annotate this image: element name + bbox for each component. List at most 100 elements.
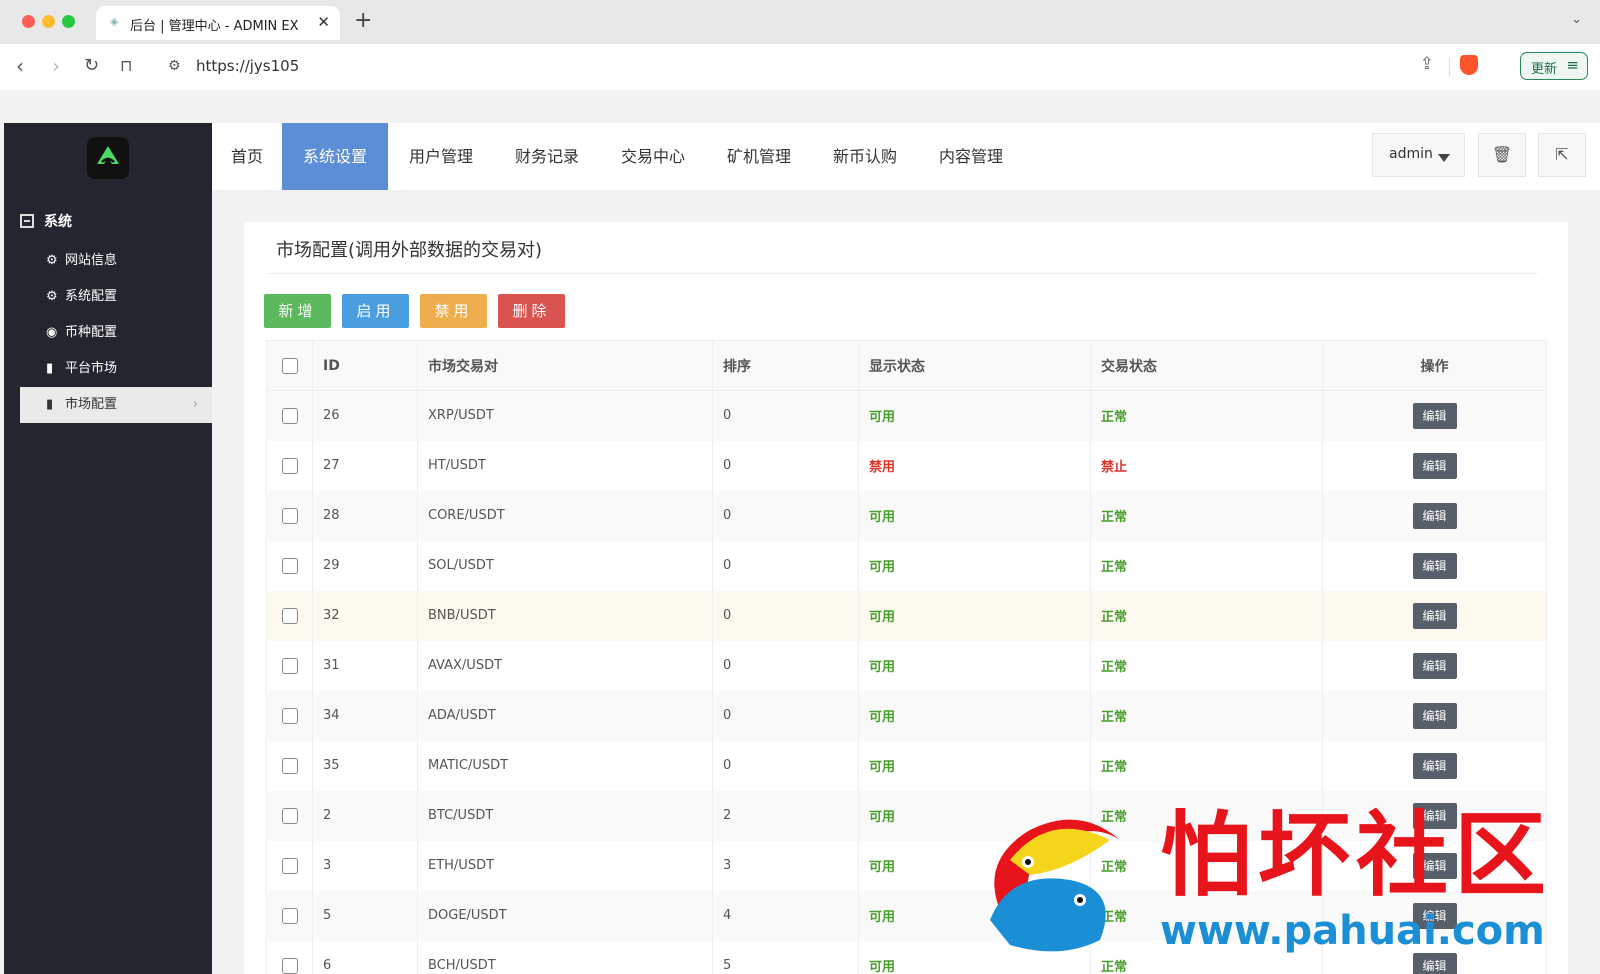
sidebar-item-label: 网站信息 <box>65 253 118 268</box>
cell-display-status: 可用 <box>858 390 1091 441</box>
cell-sort: 0 <box>712 440 859 491</box>
user-menu[interactable]: admin <box>1372 133 1465 177</box>
back-icon[interactable]: ‹ <box>16 54 24 78</box>
maximize-window-button[interactable] <box>62 15 75 28</box>
browser-toolbar: ‹ › ↻ ⊓ ⚙ https://jys105 ⇪ 更新 ≡ <box>0 44 1600 90</box>
row-select-cell <box>266 590 313 641</box>
browser-tab[interactable]: ◈ 后台 | 管理中心 - ADMIN EX ✕ <box>96 6 340 40</box>
disable-button[interactable]: 禁用 <box>420 294 487 328</box>
trade-status-badge: 正常 <box>1101 660 1128 675</box>
row-checkbox[interactable] <box>281 807 298 824</box>
display-status-badge: 可用 <box>869 810 896 825</box>
watermark: 怕坏社区 www.pahuai.com <box>970 800 1600 974</box>
row-checkbox[interactable] <box>281 707 298 724</box>
row-checkbox[interactable] <box>281 457 298 474</box>
top-navigation: 首页 系统设置 用户管理 财务记录 交易中心 矿机管理 新币认购 内容管理 ad… <box>212 123 1600 190</box>
nav-home[interactable]: 首页 <box>212 123 282 190</box>
cell-trade-status: 正常 <box>1090 390 1323 441</box>
row-checkbox[interactable] <box>281 957 298 974</box>
nav-miner-management[interactable]: 矿机管理 <box>706 123 812 190</box>
minimize-window-button[interactable] <box>42 15 55 28</box>
nav-trading-center[interactable]: 交易中心 <box>600 123 706 190</box>
edit-button[interactable]: 编辑 <box>1412 402 1457 429</box>
row-checkbox[interactable] <box>281 407 298 424</box>
nav-finance-records[interactable]: 财务记录 <box>494 123 600 190</box>
edit-button[interactable]: 编辑 <box>1412 752 1457 779</box>
column-header-actions: 操作 <box>1322 340 1547 391</box>
cell-id: 5 <box>312 890 418 941</box>
row-checkbox[interactable] <box>281 607 298 624</box>
app-logo[interactable] <box>87 137 129 179</box>
sidebar-group-system[interactable]: 系统 <box>20 211 72 231</box>
sidebar-item-label: 市场配置 <box>65 397 118 412</box>
cell-sort: 0 <box>712 490 859 541</box>
forward-icon[interactable]: › <box>52 54 60 78</box>
sidebar-item-market-config[interactable]: ▮ 市场配置 › <box>20 387 212 423</box>
logout-button[interactable]: ⇱ <box>1538 133 1586 177</box>
cell-pair: ADA/USDT <box>417 690 713 741</box>
row-checkbox[interactable] <box>281 507 298 524</box>
cell-display-status: 可用 <box>858 490 1091 541</box>
edit-button[interactable]: 编辑 <box>1412 652 1457 679</box>
brave-shield-icon[interactable] <box>1460 55 1478 75</box>
nav-user-management[interactable]: 用户管理 <box>388 123 494 190</box>
edit-button[interactable]: 编辑 <box>1412 502 1457 529</box>
sidebar-item-platform-market[interactable]: ▮ 平台市场 <box>20 351 212 387</box>
menu-icon: ≡ <box>1566 56 1579 74</box>
display-status-badge: 可用 <box>869 760 896 775</box>
collapse-icon <box>20 214 34 228</box>
enable-button[interactable]: 启用 <box>342 294 409 328</box>
select-all-checkbox[interactable] <box>281 357 298 374</box>
trade-status-badge: 正常 <box>1101 410 1128 426</box>
row-checkbox[interactable] <box>281 657 298 674</box>
cell-pair: XRP/USDT <box>417 390 713 441</box>
close-window-button[interactable] <box>22 15 35 28</box>
delete-button[interactable]: 删除 <box>498 294 565 328</box>
nav-system-settings[interactable]: 系统设置 <box>282 123 388 190</box>
row-checkbox[interactable] <box>281 857 298 874</box>
cell-trade-status: 正常 <box>1090 740 1323 791</box>
nav-content-management[interactable]: 内容管理 <box>918 123 1024 190</box>
cell-actions: 编辑 <box>1322 690 1547 741</box>
cell-actions: 编辑 <box>1322 440 1547 491</box>
new-tab-button[interactable]: + <box>354 8 372 34</box>
row-select-cell <box>266 640 313 691</box>
sidebar-item-system-config[interactable]: ⚙ 系统配置 <box>20 279 212 315</box>
logo-icon <box>97 146 119 164</box>
cell-pair: BTC/USDT <box>417 790 713 841</box>
update-button[interactable]: 更新 ≡ <box>1520 52 1588 80</box>
row-checkbox[interactable] <box>281 757 298 774</box>
site-settings-icon[interactable]: ⚙ <box>168 58 181 74</box>
reload-icon[interactable]: ↻ <box>84 54 99 78</box>
column-header-sort: 排序 <box>712 340 859 391</box>
column-header-display-status: 显示状态 <box>858 340 1091 391</box>
add-button[interactable]: 新增 <box>264 294 331 328</box>
target-icon: ◉ <box>46 325 58 340</box>
address-bar[interactable]: https://jys105 <box>196 57 299 75</box>
display-status-badge: 可用 <box>869 510 896 525</box>
cell-id: 27 <box>312 440 418 491</box>
tab-list-chevron-icon[interactable]: ⌄ <box>1571 12 1582 27</box>
display-status-badge: 可用 <box>869 660 896 675</box>
table-row: 29 SOL/USDT 0 可用 正常 编辑 <box>266 540 1547 591</box>
cell-pair: BNB/USDT <box>417 590 713 641</box>
cell-display-status: 可用 <box>858 740 1091 791</box>
watermark-url-text: www.pahuai.com <box>1160 908 1545 954</box>
page-title: 市场配置(调用外部数据的交易对) <box>276 240 543 261</box>
nav-new-coin-subscription[interactable]: 新币认购 <box>812 123 918 190</box>
bookmark-icon[interactable]: ⊓ <box>120 54 132 78</box>
tab-close-icon[interactable]: ✕ <box>317 13 330 31</box>
clear-cache-button[interactable]: 🗑 <box>1478 133 1526 177</box>
cell-trade-status: 禁止 <box>1090 440 1323 491</box>
edit-button[interactable]: 编辑 <box>1412 552 1457 579</box>
edit-button[interactable]: 编辑 <box>1412 452 1457 479</box>
edit-button[interactable]: 编辑 <box>1412 602 1457 629</box>
sidebar-item-site-info[interactable]: ⚙ 网站信息 <box>20 243 212 279</box>
toolbar-divider <box>1449 58 1450 76</box>
sidebar-item-coin-config[interactable]: ◉ 币种配置 <box>20 315 212 351</box>
row-checkbox[interactable] <box>281 557 298 574</box>
edit-button[interactable]: 编辑 <box>1412 702 1457 729</box>
share-icon[interactable]: ⇪ <box>1420 54 1434 74</box>
row-checkbox[interactable] <box>281 907 298 924</box>
row-select-cell <box>266 890 313 941</box>
